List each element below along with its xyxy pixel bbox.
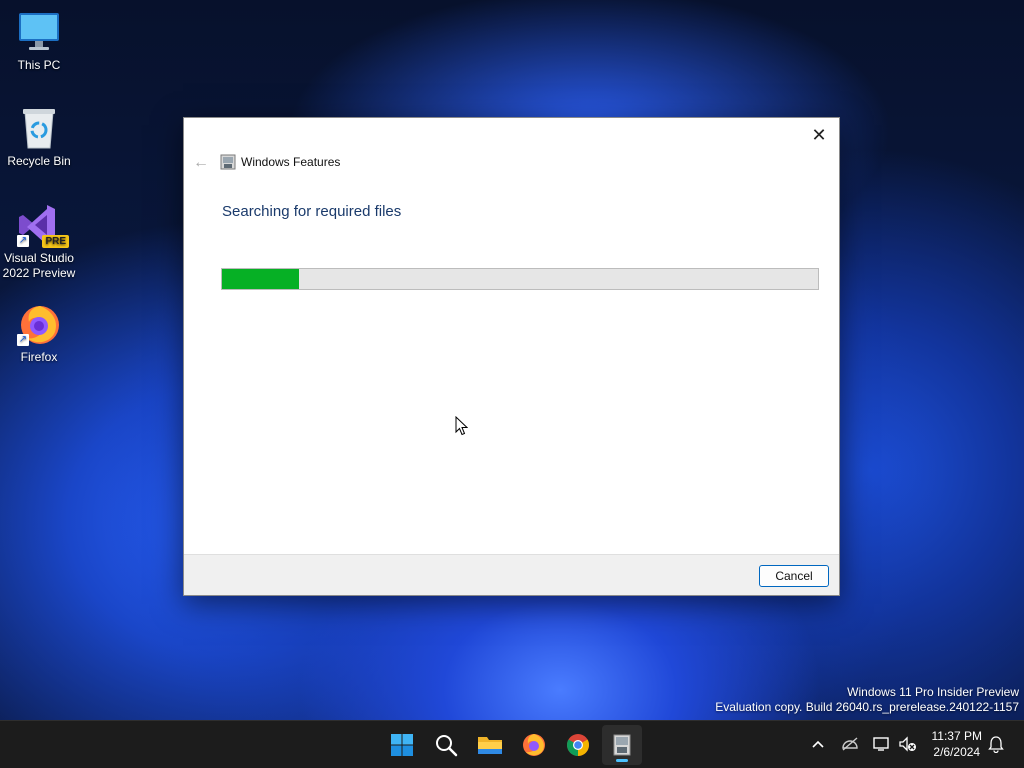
windows-features-dialog: ✕ ← Windows Features Searching for requi… xyxy=(183,117,840,596)
chrome-taskbar-button[interactable] xyxy=(558,725,598,765)
desktop-icon-label: Recycle Bin xyxy=(7,154,71,168)
search-icon xyxy=(436,735,458,757)
firefox-icon: ↗ xyxy=(17,302,61,346)
start-button[interactable] xyxy=(382,725,422,765)
display-icon[interactable] xyxy=(872,734,892,754)
notification-bell-icon[interactable] xyxy=(986,734,1006,754)
desktop-icon-firefox[interactable]: ↗ Firefox xyxy=(0,302,78,365)
firefox-taskbar-button[interactable] xyxy=(514,725,554,765)
desktop-icon-label: Firefox xyxy=(20,350,58,364)
desktop-icon-this-pc[interactable]: This PC xyxy=(0,10,78,73)
watermark-line1: Windows 11 Pro Insider Preview xyxy=(847,685,1019,699)
search-button[interactable] xyxy=(426,725,466,765)
active-app-indicator xyxy=(616,759,628,762)
taskbar: 11:37 PM 2/6/2024 xyxy=(0,720,1024,768)
watermark-line2: Evaluation copy. Build 26040.rs_prerelea… xyxy=(715,700,1019,714)
shortcut-arrow-icon: ↗ xyxy=(17,235,29,247)
dialog-title: Windows Features xyxy=(241,155,341,169)
desktop-icon-label: This PC xyxy=(17,58,61,72)
desktop-icon-recycle-bin[interactable]: Recycle Bin xyxy=(0,106,78,169)
network-icon[interactable] xyxy=(840,734,860,754)
pre-badge: PRE xyxy=(42,235,69,248)
evaluation-watermark: Windows 11 Pro Insider Preview Evaluatio… xyxy=(715,685,1019,715)
chrome-icon xyxy=(567,734,589,756)
volume-muted-icon[interactable] xyxy=(898,734,918,754)
file-explorer-icon xyxy=(478,737,502,754)
shortcut-arrow-icon: ↗ xyxy=(17,334,29,346)
windows-features-taskbar-button[interactable] xyxy=(602,725,642,765)
desktop-icon-visual-studio[interactable]: PRE ↗ Visual Studio 2022 Preview xyxy=(0,203,78,281)
back-arrow-icon[interactable]: ← xyxy=(192,154,210,172)
clock-time: 11:37 PM xyxy=(931,729,982,743)
windows-features-icon xyxy=(613,734,631,756)
chevron-up-icon[interactable] xyxy=(808,734,828,754)
cancel-button[interactable]: Cancel xyxy=(759,565,829,587)
mouse-cursor-icon xyxy=(455,415,469,441)
recycle-bin-icon xyxy=(17,106,61,150)
close-button[interactable]: ✕ xyxy=(807,124,831,146)
file-explorer-button[interactable] xyxy=(470,725,510,765)
desktop-icon-label-line1: Visual Studio xyxy=(4,251,74,265)
desktop-icon-label-line2: 2022 Preview xyxy=(2,266,76,280)
clock-date: 2/6/2024 xyxy=(933,745,981,759)
monitor-icon xyxy=(17,10,61,54)
progress-bar-fill xyxy=(222,269,300,289)
system-clock[interactable]: 11:37 PM 2/6/2024 xyxy=(932,728,982,760)
start-icon xyxy=(391,734,413,756)
windows-features-icon xyxy=(220,154,236,170)
firefox-icon xyxy=(523,734,545,756)
progress-bar xyxy=(221,268,819,290)
visual-studio-preview-icon: PRE ↗ xyxy=(17,203,69,248)
dialog-footer: Cancel xyxy=(184,554,839,595)
status-heading: Searching for required files xyxy=(222,203,402,220)
